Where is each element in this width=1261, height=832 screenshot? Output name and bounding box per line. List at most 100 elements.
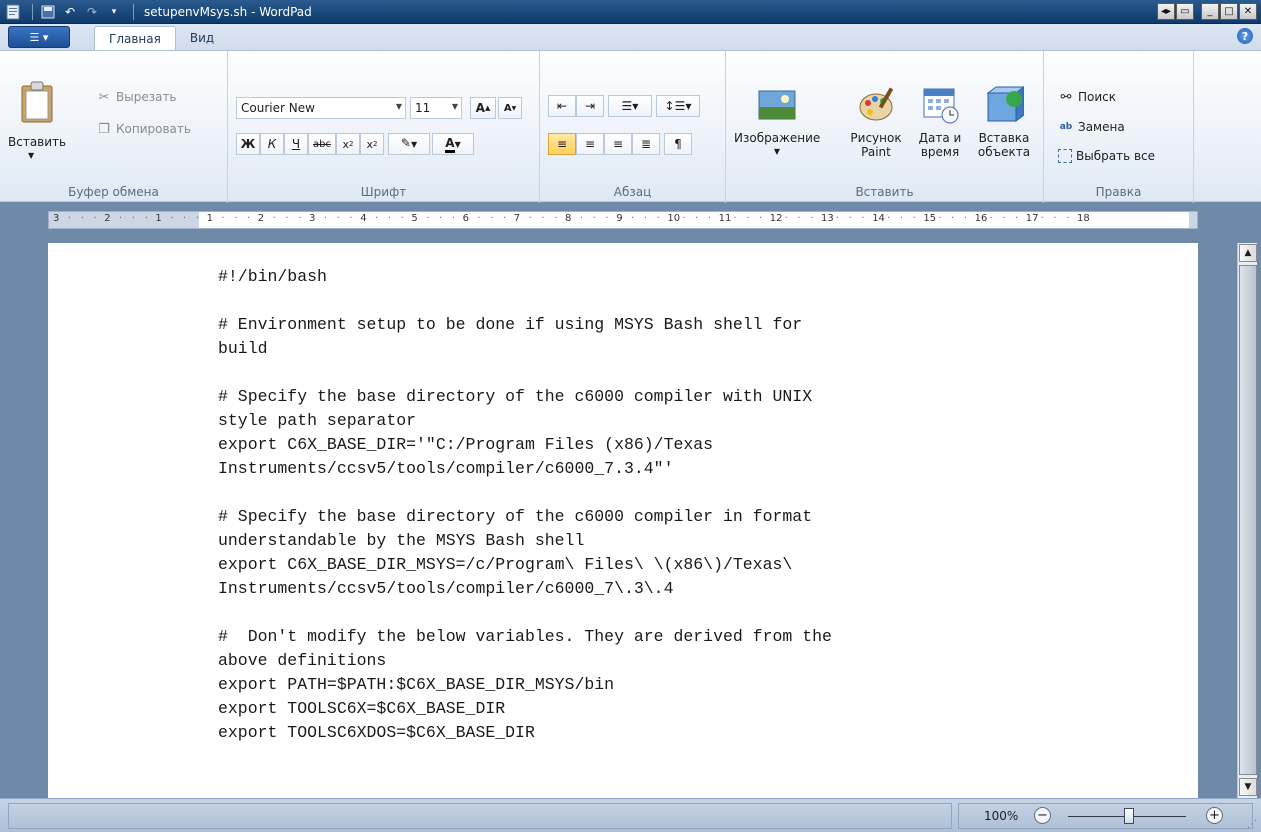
shrink-font-button[interactable]: A ▼ <box>498 97 522 119</box>
ruler-tick: · <box>554 213 558 224</box>
list-button[interactable]: ☰ ▼ <box>608 95 652 117</box>
find-button[interactable]: ⚯ Поиск <box>1058 89 1116 105</box>
resize-grip-icon[interactable]: ⋰ <box>1247 819 1257 830</box>
maximize-button[interactable]: □ <box>1220 3 1238 20</box>
paste-icon[interactable] <box>20 81 54 123</box>
tab-view[interactable]: Вид <box>176 26 228 50</box>
ruler-tick: · <box>375 213 379 224</box>
ruler-label: 4 <box>360 213 367 224</box>
replace-button[interactable]: ab Замена <box>1058 119 1125 135</box>
subscript-button[interactable]: x2 <box>336 133 360 155</box>
scroll-down-button[interactable]: ▼ <box>1239 778 1257 796</box>
vertical-scrollbar[interactable]: ▲ ▼ <box>1237 243 1257 798</box>
paste-dropdown-icon[interactable]: ▼ <box>28 151 34 160</box>
undo-icon[interactable]: ↶ <box>61 3 79 21</box>
status-info-area <box>8 803 952 829</box>
datetime-label-line1: Дата и <box>918 131 962 145</box>
grow-font-button[interactable]: A ▲ <box>470 97 496 119</box>
ruler-tick: · <box>899 213 903 224</box>
tab-home[interactable]: Главная <box>94 26 176 50</box>
copy-button[interactable]: ❐ Копировать <box>96 121 191 137</box>
ruler-tick: · <box>1053 213 1057 224</box>
object-label-line1: Вставка <box>978 131 1030 145</box>
select-all-button[interactable]: Выбрать все <box>1058 149 1155 163</box>
ruler-label: 1 <box>206 213 213 224</box>
ruler-tick: · <box>579 213 583 224</box>
snap-right-button[interactable]: ▭ <box>1176 3 1194 20</box>
ruler-tick: · <box>349 213 353 224</box>
ruler-label: 14 <box>872 213 885 224</box>
underline-button[interactable]: Ч <box>284 133 308 155</box>
title-bar: ↶ ↷ ▾ setupenvMsys.sh - WordPad ◂▸ ▭ _ □… <box>0 0 1261 24</box>
zoom-out-button[interactable]: − <box>1034 807 1051 824</box>
paragraph-group-label: Абзац <box>613 185 652 199</box>
copy-icon: ❐ <box>98 121 110 137</box>
paragraph-settings-button[interactable]: ¶ <box>664 133 692 155</box>
ruler-label: 6 <box>462 213 469 224</box>
highlighter-icon: ✎ <box>400 136 411 153</box>
font-family-select[interactable]: Courier New ▼ <box>236 97 406 119</box>
insert-paint-drawing-button[interactable]: Рисунок Paint <box>844 85 908 159</box>
customize-qat-icon[interactable]: ▾ <box>105 3 123 21</box>
ruler-tick: · <box>733 213 737 224</box>
cut-button[interactable]: ✂ Вырезать <box>96 89 177 105</box>
strikethrough-button[interactable]: abc <box>308 133 336 155</box>
align-right-button[interactable]: ≡ <box>604 133 632 155</box>
align-center-button[interactable]: ≡ <box>576 133 604 155</box>
superscript-button[interactable]: x2 <box>360 133 384 155</box>
insert-object-button[interactable]: Вставка объекта <box>972 85 1036 159</box>
align-left-button[interactable]: ≡ <box>548 133 576 155</box>
zoom-in-button[interactable]: + <box>1206 807 1223 824</box>
highlight-color-button[interactable]: ✎ ▼ <box>388 133 430 155</box>
quick-access-toolbar: ↶ ↷ ▾ <box>0 0 140 24</box>
text-color-button[interactable]: A ▼ <box>432 133 474 155</box>
app-icon[interactable] <box>4 3 22 21</box>
help-icon[interactable]: ? <box>1237 28 1253 44</box>
zoom-slider-thumb[interactable] <box>1124 808 1134 824</box>
ruler-label: 15 <box>923 213 937 224</box>
ruler-label: 10 <box>667 213 681 224</box>
ruler-tick: · <box>887 213 891 224</box>
ruler-tick: · <box>592 213 596 224</box>
clipboard-group: Вставить ▼ ✂ Вырезать ❐ Копировать Буфер… <box>0 51 228 203</box>
bold-button[interactable]: Ж <box>236 133 260 155</box>
save-icon[interactable] <box>39 3 57 21</box>
application-menu-button[interactable]: ☰ ▾ <box>8 26 70 48</box>
font-size-select[interactable]: 11 ▼ <box>410 97 462 119</box>
insert-picture-button[interactable]: Изображение ▼ <box>734 85 820 159</box>
ruler-tick: · <box>439 213 443 224</box>
ruler-tick: · <box>336 213 340 224</box>
decrease-indent-button[interactable]: ⇤ <box>548 95 576 117</box>
scrollbar-thumb[interactable] <box>1239 265 1257 775</box>
replace-label: Замена <box>1078 120 1125 134</box>
window-controls: ◂▸ ▭ _ □ ✕ <box>1156 3 1257 20</box>
ruler-bar: 3 · · · 2 · · · 1 · · · 1 · · · 2 · · · 3 · · · 4 · · · 5 · · · 6 · · · 7 · · ·… <box>0 203 1261 233</box>
snap-left-button[interactable]: ◂▸ <box>1157 3 1175 20</box>
find-label: Поиск <box>1078 90 1117 104</box>
line-spacing-button[interactable]: ↕☰ ▼ <box>656 95 700 117</box>
minimize-button[interactable]: _ <box>1201 3 1219 20</box>
ruler-tick: · <box>195 213 199 224</box>
ruler[interactable]: 3 · · · 2 · · · 1 · · · 1 · · · 2 · · · 3 · · · 4 · · · 5 · · · 6 · · · 7 · · ·… <box>48 211 1198 229</box>
paragraph-group: ⇤ ⇥ ☰ ▼ ↕☰ ▼ ≡ ≡ ≡ ≣ ¶ Абзац <box>540 51 726 203</box>
increase-indent-button[interactable]: ⇥ <box>576 95 604 117</box>
ruler-tick: · <box>835 213 839 224</box>
calendar-clock-icon <box>923 88 959 124</box>
scroll-up-button[interactable]: ▲ <box>1239 244 1257 262</box>
chevron-down-icon: ▼ <box>395 102 402 111</box>
justify-button[interactable]: ≣ <box>632 133 660 155</box>
ruler-label: 12 <box>769 213 783 224</box>
document-area: #!/bin/bash # Environment setup to be do… <box>0 233 1237 803</box>
insert-datetime-button[interactable]: Дата и время <box>912 85 968 159</box>
redo-icon[interactable]: ↷ <box>83 3 101 21</box>
document-text[interactable]: #!/bin/bash # Environment setup to be do… <box>218 265 832 745</box>
paste-button[interactable]: Вставить <box>8 135 66 149</box>
close-button[interactable]: ✕ <box>1239 3 1257 20</box>
ruler-left-margin <box>49 212 199 228</box>
document-page[interactable]: #!/bin/bash # Environment setup to be do… <box>48 243 1198 803</box>
italic-button[interactable]: К <box>260 133 284 155</box>
scissors-icon: ✂ <box>98 89 110 105</box>
ruler-tick: · <box>631 213 635 224</box>
copy-label: Копировать <box>116 122 191 136</box>
zoom-level: 100% <box>984 809 1019 823</box>
